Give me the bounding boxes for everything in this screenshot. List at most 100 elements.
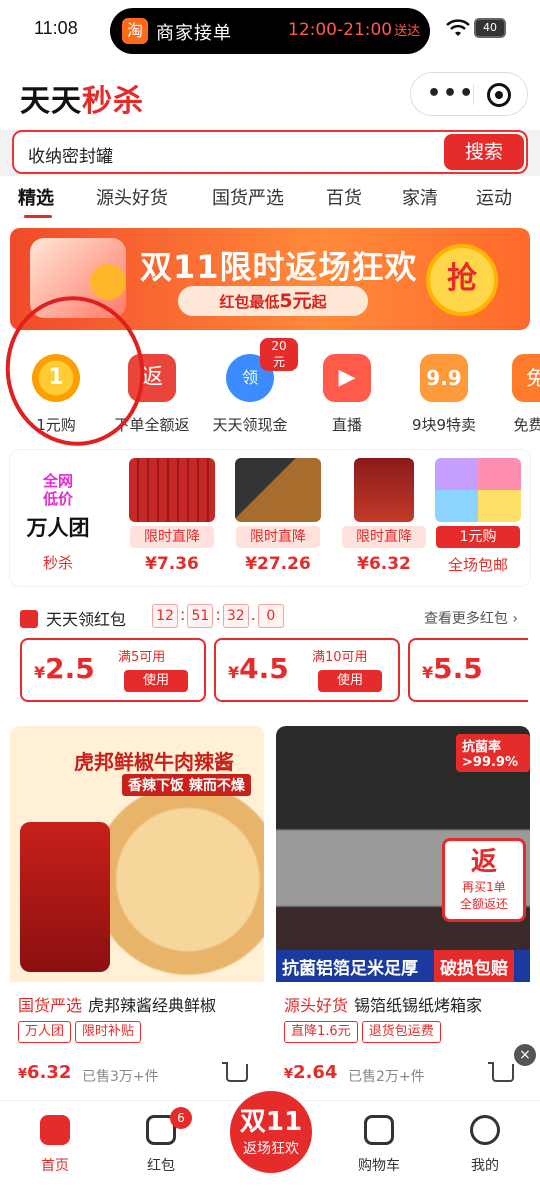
category-tabs: 精选 源头好货 国货严选 百货 家清 运动 bbox=[0, 176, 540, 220]
coupon-card[interactable]: ¥4.5 满10可用使用 bbox=[214, 638, 400, 702]
free-icon: 免 bbox=[512, 354, 540, 402]
bottom-tab-bar: 首页 6 红包 双11 返场狂欢 购物车 我的 bbox=[0, 1087, 540, 1200]
search-button[interactable]: 搜索 bbox=[444, 134, 524, 170]
product-image-subtitle: 香辣下饭 辣而不燥 bbox=[122, 774, 251, 796]
flash-tag-2: 低价 bbox=[42, 490, 73, 508]
product-image-title: 虎邦鲜椒牛肉辣酱 bbox=[74, 750, 234, 774]
banner-subtitle: 红包最低5元起 bbox=[178, 286, 368, 316]
coupon-amount: ¥4.5 bbox=[228, 652, 289, 685]
red-packet-section: 天天领红包 12:51:32. 0 查看更多红包 › ¥2.5 满5可用使用 ¥4.… bbox=[10, 596, 530, 710]
add-to-cart-icon[interactable] bbox=[488, 1062, 514, 1082]
flash-item-price: ¥6.32 bbox=[357, 554, 411, 574]
antibacterial-badge: 抗菌率 >99.9% bbox=[456, 734, 530, 772]
shortcut-label: 天天领现金 bbox=[212, 416, 288, 434]
more-red-packets-link[interactable]: 查看更多红包 › bbox=[424, 608, 518, 628]
product-image bbox=[235, 458, 321, 522]
coupon-condition: 满5可用 bbox=[118, 650, 166, 665]
capsule-divider bbox=[473, 85, 474, 105]
tabbar-label: 我的 bbox=[471, 1158, 499, 1174]
live-activity[interactable]: 淘 商家接单 12:00-21:00 送达 bbox=[110, 8, 430, 54]
flash-item[interactable]: 限时直降 ¥6.32 bbox=[334, 458, 434, 574]
use-coupon-button[interactable]: 使用 bbox=[318, 670, 382, 692]
product-image: 虎邦鲜椒牛肉辣酱 香辣下饭 辣而不燥 bbox=[10, 726, 264, 982]
live-activity-hours: 12:00-21:00 送达 bbox=[288, 20, 421, 40]
use-coupon-button[interactable]: 使用 bbox=[124, 670, 188, 692]
flash-item-tag: 1元购 bbox=[436, 526, 520, 548]
shortcut-99[interactable]: 9.9 9块9特卖 bbox=[396, 348, 492, 438]
more-icon[interactable]: ••• bbox=[427, 81, 475, 106]
tab-jiaqing[interactable]: 家清 bbox=[402, 184, 438, 210]
shortcut-label: 9块9特卖 bbox=[411, 416, 477, 434]
shortcut-live[interactable]: ▶ 直播 bbox=[299, 348, 395, 438]
product-price: ¥2.64 bbox=[284, 1062, 338, 1083]
live-activity-text: 商家接单 bbox=[156, 23, 232, 44]
refund-badge: 返 再买1单 全额返还 bbox=[442, 838, 526, 922]
flash-item[interactable]: 限时直降 ¥27.26 bbox=[228, 458, 328, 574]
app-logo: 天天秒杀 bbox=[20, 84, 144, 119]
tabbar-label: 购物车 bbox=[358, 1158, 400, 1174]
notification-badge: 6 bbox=[170, 1107, 192, 1129]
flash-sale-header: 全网 低价 万人团 秒杀 bbox=[24, 472, 92, 573]
coupon-amount: ¥2.5 bbox=[34, 652, 95, 685]
flash-item-price: 全场包邮 bbox=[447, 556, 508, 574]
search-bar[interactable]: 收纳密封罐 搜索 bbox=[12, 130, 528, 174]
close-miniprogram-icon[interactable] bbox=[487, 83, 511, 107]
flash-item[interactable]: 限时直降 ¥7.36 bbox=[122, 458, 222, 574]
coupon-condition: 满10可用 bbox=[312, 650, 368, 665]
tabbar-home[interactable]: 首页 bbox=[10, 1115, 100, 1175]
coupon-card[interactable]: ¥5.5 bbox=[408, 638, 528, 702]
coupon-card[interactable]: ¥2.5 满5可用使用 bbox=[20, 638, 206, 702]
flash-item-tag: 限时直降 bbox=[130, 526, 214, 548]
search-input[interactable]: 收纳密封罐 bbox=[28, 142, 113, 167]
flash-item-tag: 限时直降 bbox=[342, 526, 426, 548]
product-image bbox=[129, 458, 215, 522]
product-card[interactable]: 抗菌率 >99.9% 返 再买1单 全额返还 抗菌铝箔足米足厚 破损包赔 源头好… bbox=[276, 726, 530, 1096]
tabbar-double11[interactable]: 双11 返场狂欢 bbox=[226, 1087, 316, 1177]
product-image bbox=[435, 458, 521, 522]
product-image bbox=[354, 458, 414, 522]
product-title: 源头好货 锡箔纸锡纸烤箱家 bbox=[284, 996, 483, 1015]
tabbar-label: 红包 bbox=[147, 1158, 175, 1174]
shortcut-free[interactable]: 免免费领 bbox=[488, 348, 540, 438]
flash-item-tag: 限时直降 bbox=[236, 526, 320, 548]
tab-jingxuan[interactable]: 精选 bbox=[18, 184, 54, 218]
tab-baihuo[interactable]: 百货 bbox=[326, 184, 362, 210]
banner-title: 双11限时返场狂欢 bbox=[140, 248, 418, 286]
add-to-cart-icon[interactable] bbox=[222, 1062, 248, 1082]
status-time: 11:08 bbox=[34, 18, 78, 38]
home-icon bbox=[40, 1115, 70, 1145]
grab-button[interactable]: 抢 bbox=[426, 244, 498, 316]
profile-icon bbox=[470, 1115, 500, 1145]
product-labels: 万人团 限时补贴 bbox=[18, 1020, 145, 1043]
product-price: ¥6.32 bbox=[18, 1062, 72, 1083]
red-packet-title: 天天领红包 bbox=[20, 606, 126, 630]
sauce-jar-image bbox=[20, 822, 110, 972]
cart-icon bbox=[364, 1115, 394, 1145]
tabbar-label: 首页 bbox=[41, 1158, 69, 1174]
flash-tag-1: 全网 bbox=[42, 472, 73, 490]
shortcut-cash[interactable]: 领 20元 天天领现金 bbox=[202, 338, 298, 438]
miniprogram-capsule[interactable]: ••• bbox=[410, 72, 528, 116]
flash-item[interactable]: 1元购全场包邮 bbox=[428, 458, 528, 575]
countdown-timer: 12:51:32. 0 bbox=[152, 604, 284, 628]
flash-item-price: ¥27.26 bbox=[245, 554, 311, 574]
product-sold: 已售3万+件 bbox=[82, 1069, 159, 1085]
tabbar-hongbao[interactable]: 6 红包 bbox=[116, 1107, 206, 1175]
tab-yundong[interactable]: 运动 bbox=[476, 184, 512, 210]
play-icon: ▶ bbox=[323, 354, 371, 402]
app-header: 天天秒杀 ••• bbox=[0, 60, 540, 130]
red-envelope-icon bbox=[20, 610, 38, 628]
double11-sublabel: 返场狂欢 bbox=[243, 1141, 299, 1157]
flash-sale-section[interactable]: 全网 低价 万人团 秒杀 限时直降 ¥7.36 限时直降 ¥27.26 限时直降 ¥6… bbox=[10, 450, 530, 586]
tabbar-cart[interactable]: 购物车 bbox=[334, 1115, 424, 1175]
product-labels: 直降1.6元 退货包运费 bbox=[284, 1020, 445, 1043]
tab-guohuo[interactable]: 国货严选 bbox=[212, 184, 284, 210]
product-card[interactable]: 虎邦鲜椒牛肉辣酱 香辣下饭 辣而不燥 国货严选 虎邦辣酱经典鲜椒 万人团 限时补贴 … bbox=[10, 726, 264, 1096]
close-icon[interactable]: × bbox=[514, 1044, 536, 1066]
tab-yuantou[interactable]: 源头好货 bbox=[96, 184, 168, 210]
product-image: 抗菌率 >99.9% 返 再买1单 全额返还 抗菌铝箔足米足厚 破损包赔 bbox=[276, 726, 530, 982]
product-image-subtitle: 破损包赔 bbox=[434, 950, 514, 982]
shortcut-label: 免费领 bbox=[513, 416, 540, 434]
cash-badge: 20元 bbox=[260, 338, 298, 371]
tabbar-mine[interactable]: 我的 bbox=[440, 1115, 530, 1175]
